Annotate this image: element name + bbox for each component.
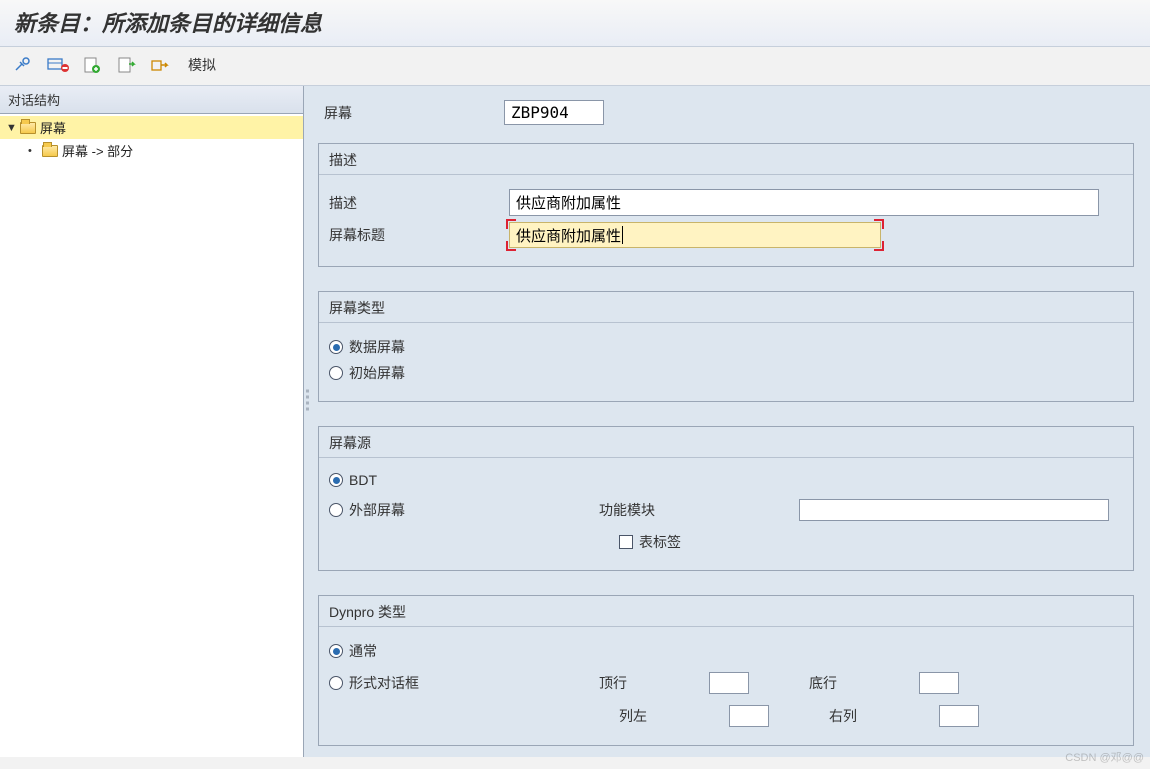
group-description: 描述 描述 供应商附加属性 屏幕标题 供应商附加属性 bbox=[318, 143, 1134, 267]
simulate-button[interactable]: 模拟 bbox=[188, 55, 216, 75]
toolbar: 模拟 bbox=[0, 47, 1150, 86]
tree-item-screen[interactable]: ▼ 屏幕 bbox=[0, 116, 303, 139]
table-tab-checkbox[interactable] bbox=[619, 535, 633, 549]
radio-initial-screen[interactable]: 初始屏幕 bbox=[329, 363, 1123, 383]
radio-icon bbox=[329, 340, 343, 354]
radio-modal-dialog[interactable]: 形式对话框 bbox=[329, 673, 599, 693]
main-panel: 屏幕 ZBP904 描述 描述 供应商附加属性 屏幕标题 供应商附加属性 bbox=[304, 86, 1150, 757]
screen-title-label: 屏幕标题 bbox=[329, 225, 509, 245]
radio-icon bbox=[329, 644, 343, 658]
text-cursor bbox=[622, 226, 623, 244]
radio-label: BDT bbox=[349, 472, 377, 488]
radio-icon bbox=[329, 473, 343, 487]
focus-corner-icon bbox=[506, 219, 516, 229]
radio-label: 外部屏幕 bbox=[349, 500, 405, 520]
tree-bullet-icon: • bbox=[28, 145, 38, 157]
folder-closed-icon bbox=[42, 145, 58, 157]
tree-item-screen-section[interactable]: • 屏幕 -> 部分 bbox=[0, 139, 303, 162]
sidebar-header: 对话结构 bbox=[0, 86, 303, 114]
splitter-handle[interactable] bbox=[306, 389, 312, 410]
left-col-input[interactable] bbox=[729, 705, 769, 727]
toolbar-icon-2[interactable] bbox=[46, 55, 70, 75]
group-title: 屏幕源 bbox=[319, 427, 1133, 458]
sidebar: 对话结构 ▼ 屏幕 • 屏幕 -> 部分 bbox=[0, 86, 304, 757]
page-title: 新条目：所添加条目的详细信息 bbox=[14, 6, 1136, 38]
radio-icon bbox=[329, 366, 343, 380]
radio-label: 通常 bbox=[349, 641, 377, 661]
function-module-input[interactable] bbox=[799, 499, 1109, 521]
toolbar-icon-1[interactable] bbox=[12, 55, 36, 75]
left-col-label: 列左 bbox=[619, 706, 729, 726]
toolbar-icon-3[interactable] bbox=[80, 55, 104, 75]
bottom-row-label: 底行 bbox=[809, 673, 919, 693]
tree-label: 屏幕 -> 部分 bbox=[62, 141, 133, 160]
toolbar-icon-4[interactable] bbox=[114, 55, 138, 75]
right-col-label: 右列 bbox=[829, 706, 939, 726]
tree-collapse-icon[interactable]: ▼ bbox=[6, 122, 16, 134]
group-screen-source: 屏幕源 BDT 外部屏幕 功能模块 表标签 bbox=[318, 426, 1134, 571]
screen-title-text: 供应商附加属性 bbox=[516, 225, 621, 246]
radio-label: 形式对话框 bbox=[349, 673, 419, 693]
screen-code-input[interactable]: ZBP904 bbox=[504, 100, 604, 125]
radio-normal[interactable]: 通常 bbox=[329, 641, 1123, 661]
group-screen-type: 屏幕类型 数据屏幕 初始屏幕 bbox=[318, 291, 1134, 402]
radio-data-screen[interactable]: 数据屏幕 bbox=[329, 337, 1123, 357]
screen-label: 屏幕 bbox=[324, 103, 504, 123]
description-input[interactable]: 供应商附加属性 bbox=[509, 189, 1099, 216]
toolbar-icon-5[interactable] bbox=[148, 55, 172, 75]
title-bar: 新条目：所添加条目的详细信息 bbox=[0, 0, 1150, 47]
function-module-label: 功能模块 bbox=[599, 500, 799, 520]
top-row-input[interactable] bbox=[709, 672, 749, 694]
radio-icon bbox=[329, 503, 343, 517]
table-tab-label: 表标签 bbox=[639, 532, 681, 552]
group-dynpro-type: Dynpro 类型 通常 形式对话框 顶行 底行 bbox=[318, 595, 1134, 746]
watermark: CSDN @邓@@ bbox=[1065, 749, 1144, 765]
right-col-input[interactable] bbox=[939, 705, 979, 727]
group-title: 屏幕类型 bbox=[319, 292, 1133, 323]
bottom-row-input[interactable] bbox=[919, 672, 959, 694]
tree: ▼ 屏幕 • 屏幕 -> 部分 bbox=[0, 114, 303, 164]
screen-field-row: 屏幕 ZBP904 bbox=[324, 100, 1150, 125]
radio-label: 数据屏幕 bbox=[349, 337, 405, 357]
radio-external-screen[interactable]: 外部屏幕 bbox=[329, 500, 599, 520]
radio-icon bbox=[329, 676, 343, 690]
group-title: Dynpro 类型 bbox=[319, 596, 1133, 627]
focus-corner-icon bbox=[874, 219, 884, 229]
radio-label: 初始屏幕 bbox=[349, 363, 405, 383]
focus-corner-icon bbox=[874, 241, 884, 251]
folder-open-icon bbox=[20, 122, 36, 134]
radio-bdt[interactable]: BDT bbox=[329, 472, 1123, 488]
description-label: 描述 bbox=[329, 193, 509, 213]
tree-label: 屏幕 bbox=[40, 118, 66, 137]
focus-corner-icon bbox=[506, 241, 516, 251]
screen-title-input[interactable]: 供应商附加属性 bbox=[509, 222, 881, 248]
top-row-label: 顶行 bbox=[599, 673, 709, 693]
workspace: 对话结构 ▼ 屏幕 • 屏幕 -> 部分 屏幕 ZBP904 描述 bbox=[0, 86, 1150, 757]
group-title: 描述 bbox=[319, 144, 1133, 175]
